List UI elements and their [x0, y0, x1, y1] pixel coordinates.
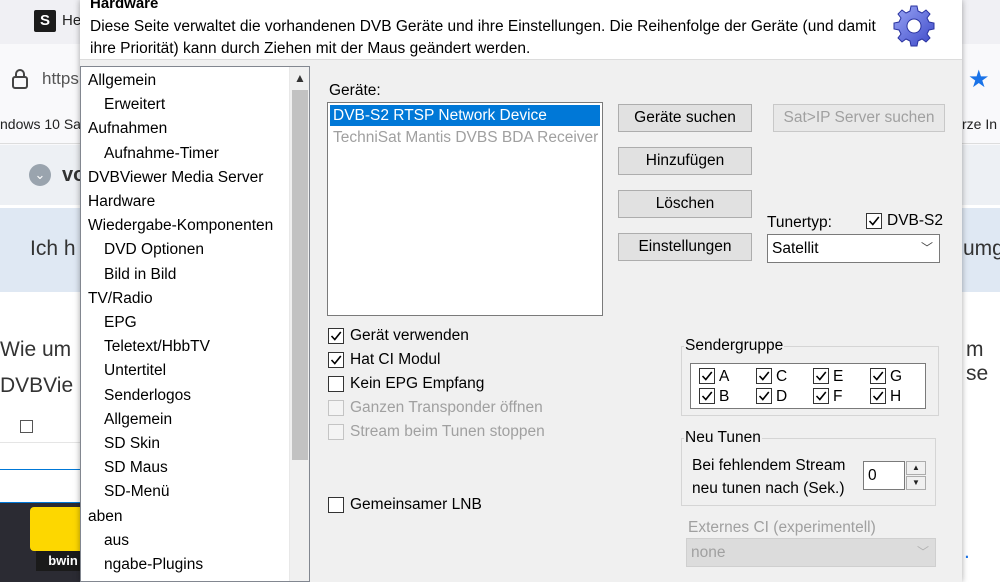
chevron-down-icon[interactable]: ﹀ — [921, 235, 933, 262]
page-text: DVBVie — [0, 374, 74, 397]
page-title: Hardware — [90, 0, 159, 12]
chevron-down-icon[interactable]: ﹀ — [917, 539, 929, 566]
settings-tree[interactable]: Allgemein Erweitert Aufnahmen Aufnahme-Time… — [80, 66, 310, 582]
retune-box: Neu Tunen Bei fehlendem Stream neu tunen… — [681, 429, 936, 506]
scroll-up-icon[interactable]: ▲ — [290, 67, 309, 89]
sat-ip-search-button[interactable]: Sat>IP Server suchen — [773, 104, 945, 132]
tree-item[interactable]: Teletext/HbbTV — [104, 335, 210, 359]
search-devices-button[interactable]: Geräte suchen — [618, 104, 752, 132]
tree-scrollbar[interactable]: ▲ — [289, 67, 309, 581]
device-list[interactable]: DVB-S2 RTSP Network Device TechniSat Man… — [327, 102, 603, 316]
add-device-button[interactable]: Hinzufügen — [618, 147, 752, 175]
lock-icon[interactable] — [10, 68, 30, 90]
page-text-dot: . — [964, 540, 970, 563]
scrollbar-thumb[interactable] — [292, 90, 308, 460]
use-device-label: Gerät verwenden — [350, 327, 469, 344]
retune-line2: neu tunen nach (Sek.) — [692, 480, 845, 497]
tab-title[interactable]: He — [62, 12, 81, 29]
stepper-down-icon[interactable]: ▼ — [906, 476, 926, 490]
retune-seconds-input[interactable]: 0 — [863, 461, 905, 490]
tree-item[interactable]: DVBViewer Media Server — [88, 166, 263, 190]
tree-item[interactable]: aben — [88, 505, 122, 529]
tree-item[interactable]: Aufnahmen — [88, 117, 167, 141]
gear-icon — [893, 5, 935, 47]
tree-item[interactable]: aus — [104, 529, 129, 553]
shared-lnb-checkbox[interactable] — [328, 497, 344, 513]
open-transponder-checkbox[interactable] — [328, 400, 344, 416]
no-epg-label: Kein EPG Empfang — [350, 375, 485, 392]
page-heading-band — [962, 145, 1000, 205]
tree-item[interactable]: Untertitel — [104, 359, 166, 383]
tree-item[interactable]: Senderlogos — [104, 384, 191, 408]
channel-group-box: Sendergruppe A C E G B D F H — [681, 337, 939, 416]
tree-item[interactable]: EPG — [104, 311, 137, 335]
has-ci-checkbox[interactable] — [328, 352, 344, 368]
external-ci-label: Externes CI (experimentell) — [688, 519, 876, 536]
retune-line1: Bei fehlendem Stream — [692, 457, 846, 474]
maximize-icon[interactable] — [20, 420, 33, 433]
dvb-s2-checkbox[interactable] — [866, 213, 882, 229]
tuner-type-label: Tunertyp: — [767, 214, 832, 231]
delete-device-button[interactable]: Löschen — [618, 190, 752, 218]
url-bar[interactable]: https: — [42, 69, 84, 89]
tree-item[interactable]: Wiedergabe-Komponenten — [88, 214, 273, 238]
tree-item[interactable]: Bild in Bild — [104, 263, 176, 287]
page-text: m se — [966, 338, 989, 385]
tuner-type-select[interactable]: Satellit ﹀ — [767, 234, 940, 263]
tree-item[interactable]: DVD Optionen — [104, 238, 204, 262]
star-icon[interactable]: ★ — [968, 65, 990, 94]
use-device-checkbox[interactable] — [328, 328, 344, 344]
tree-item[interactable]: Allgemein — [88, 69, 156, 93]
channel-group-title: Sendergruppe — [684, 337, 785, 355]
tuner-type-value: Satellit — [772, 240, 819, 257]
bookmark-item[interactable]: ndows 10 Sa — [0, 116, 81, 132]
chevron-down-icon[interactable]: ⌄ — [29, 164, 51, 186]
tree-item[interactable]: Erweitert — [104, 93, 165, 117]
device-item[interactable]: TechniSat Mantis DVBS BDA Receiver — [330, 127, 600, 148]
tree-item[interactable]: ngabe-Plugins — [104, 553, 203, 577]
tree-item[interactable]: SD Skin — [104, 432, 160, 456]
page-description: Diese Seite verwaltet die vorhandenen DV… — [90, 18, 876, 57]
page-text: Wie um — [0, 338, 72, 361]
retune-seconds-stepper[interactable]: ▲ ▼ — [906, 461, 926, 490]
shared-lnb-label: Gemeinsamer LNB — [350, 496, 482, 513]
tab-favicon[interactable]: S — [34, 10, 56, 32]
options-dialog: Hardware Diese Seite verwaltet die vorha… — [80, 0, 962, 582]
tree-item[interactable]: SD Maus — [104, 456, 168, 480]
hardware-panel: Geräte: DVB-S2 RTSP Network Device Techn… — [312, 66, 962, 582]
tree-item[interactable]: TV/Radio — [88, 287, 153, 311]
external-ci-value: none — [691, 544, 726, 561]
tree-item[interactable]: Aufnahme-Timer — [104, 142, 219, 166]
device-item-selected[interactable]: DVB-S2 RTSP Network Device — [330, 105, 600, 126]
dvb-s2-label: DVB-S2 — [887, 212, 943, 229]
page-text: Ich h — [30, 237, 76, 260]
external-ci-select[interactable]: none ﹀ — [686, 538, 936, 567]
open-transponder-label: Ganzen Transponder öffnen — [350, 399, 543, 416]
page-text: umg — [963, 237, 1000, 260]
channel-group-list: A C E G B D F H — [690, 363, 926, 409]
stop-stream-checkbox[interactable] — [328, 424, 344, 440]
device-settings-button[interactable]: Einstellungen — [618, 233, 752, 261]
no-epg-checkbox[interactable] — [328, 376, 344, 392]
devices-label: Geräte: — [329, 82, 381, 99]
tree-item[interactable]: Allgemein — [104, 408, 172, 432]
dialog-header: Hardware Diese Seite verwaltet die vorha… — [80, 0, 962, 60]
bookmark-item[interactable]: rze In — [962, 116, 997, 132]
stop-stream-label: Stream beim Tunen stoppen — [350, 423, 545, 440]
retune-title: Neu Tunen — [684, 429, 762, 447]
tree-item[interactable]: Hardware — [88, 190, 155, 214]
has-ci-label: Hat CI Modul — [350, 351, 441, 368]
stepper-up-icon[interactable]: ▲ — [906, 461, 926, 475]
tree-item[interactable]: SD-Menü — [104, 480, 169, 504]
